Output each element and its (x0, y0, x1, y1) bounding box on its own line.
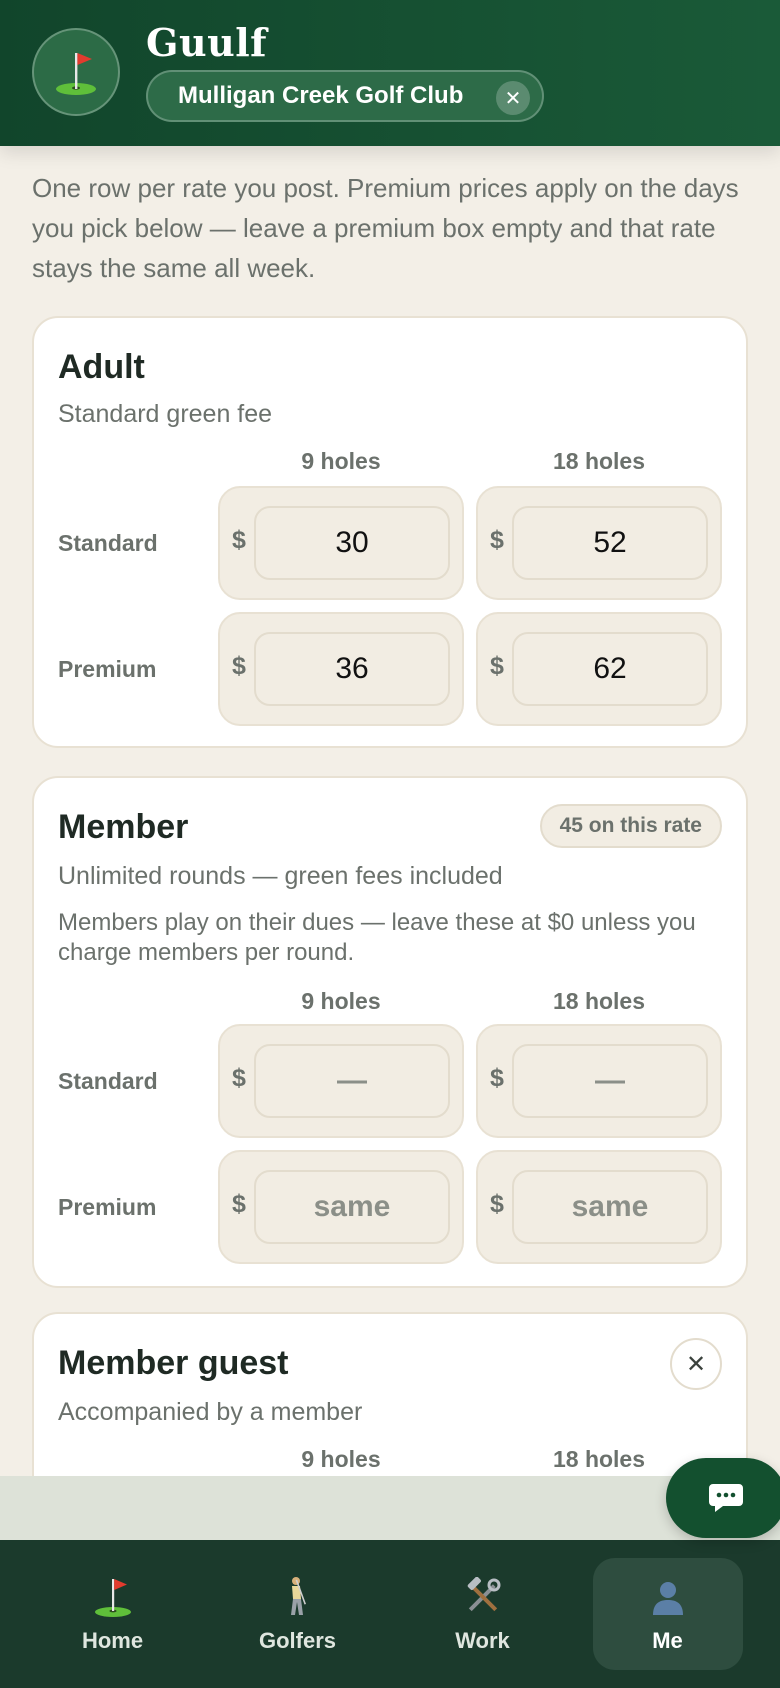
nav-label: Me (652, 1628, 683, 1653)
nav-label: Work (455, 1628, 510, 1653)
club-selector-chip[interactable]: Mulligan Creek Golf Club ✕ (146, 70, 544, 122)
rate-note: Members play on their dues — leave these… (58, 909, 696, 966)
rate-title: Member (58, 808, 189, 846)
brand-name: Guulf (146, 20, 267, 65)
price-input-premium-18[interactable]: 62 (512, 632, 708, 706)
row-label-standard: Standard (58, 1068, 158, 1094)
row-label-premium: Premium (58, 656, 157, 682)
price-box-premium-18: $ 62 (476, 612, 722, 726)
price-input-premium-9[interactable]: same (254, 1170, 450, 1244)
golfer-icon (281, 1574, 315, 1620)
currency-symbol: $ (490, 1190, 504, 1218)
app-header: Guulf Mulligan Creek Golf Club ✕ (0, 0, 780, 146)
col-head-18-holes: 18 holes (552, 988, 646, 1014)
nav-me[interactable]: Me (592, 1558, 743, 1670)
intro-text: One row per rate you post. Premium price… (32, 173, 739, 283)
person-icon (648, 1574, 688, 1620)
currency-symbol: $ (490, 652, 504, 680)
currency-symbol: $ (232, 1190, 246, 1218)
club-name: Mulligan Creek Golf Club (178, 82, 464, 109)
chat-button[interactable] (666, 1458, 780, 1538)
rate-subtitle: Standard green fee (58, 400, 273, 428)
bottom-nav: Home Golfers Work Me (0, 1540, 780, 1688)
remove-rate-close-icon[interactable]: ✕ (670, 1338, 722, 1390)
col-head-18-holes: 18 holes (552, 448, 646, 474)
rate-subtitle: Accompanied by a member (58, 1398, 363, 1426)
rate-title: Adult (58, 348, 145, 386)
app-logo[interactable] (32, 28, 120, 116)
members-count-badge: 45 on this rate (539, 804, 722, 848)
clear-club-close-icon[interactable]: ✕ (496, 81, 530, 115)
nav-label: Golfers (258, 1628, 337, 1653)
currency-symbol: $ (490, 1064, 504, 1092)
rate-subtitle: Unlimited rounds — green fees included (58, 862, 503, 890)
bottom-action-strip (0, 1476, 780, 1540)
col-head-9-holes: 9 holes (301, 1446, 381, 1472)
flag-in-hole-icon (93, 1574, 133, 1620)
price-box-premium-18: $ same (476, 1150, 722, 1264)
golf-flag-icon (56, 53, 96, 95)
currency-symbol: $ (232, 526, 246, 554)
price-box-standard-9: $ — (218, 1024, 464, 1138)
price-box-standard-18: $ — (476, 1024, 722, 1138)
price-box-standard-18: $ 52 (476, 486, 722, 600)
rate-card-adult: Adult Standard green fee 9 holes 18 hole… (32, 316, 748, 748)
nav-work[interactable]: Work (408, 1558, 558, 1670)
price-input-premium-18[interactable]: same (512, 1170, 708, 1244)
price-box-premium-9: $ same (218, 1150, 464, 1264)
price-input-standard-18[interactable]: 52 (512, 506, 708, 580)
nav-home[interactable]: Home (38, 1558, 188, 1670)
row-label-premium: Premium (58, 1194, 157, 1220)
rate-title: Member guest (58, 1344, 289, 1382)
col-head-9-holes: 9 holes (301, 448, 381, 474)
price-input-standard-9[interactable]: 30 (254, 506, 450, 580)
price-box-premium-9: $ 36 (218, 612, 464, 726)
currency-symbol: $ (232, 1064, 246, 1092)
col-head-9-holes: 9 holes (301, 988, 381, 1014)
rate-card-member: Member 45 on this rate Unlimited rounds … (32, 776, 748, 1288)
nav-golfers[interactable]: Golfers (223, 1558, 373, 1670)
currency-symbol: $ (490, 526, 504, 554)
price-input-standard-18[interactable]: — (512, 1044, 708, 1118)
tools-icon (463, 1574, 503, 1620)
row-label-standard: Standard (58, 530, 158, 556)
chat-bubble-icon (709, 1484, 743, 1512)
currency-symbol: $ (232, 652, 246, 680)
price-input-standard-9[interactable]: — (254, 1044, 450, 1118)
price-box-standard-9: $ 30 (218, 486, 464, 600)
price-input-premium-9[interactable]: 36 (254, 632, 450, 706)
nav-label: Home (81, 1628, 144, 1653)
